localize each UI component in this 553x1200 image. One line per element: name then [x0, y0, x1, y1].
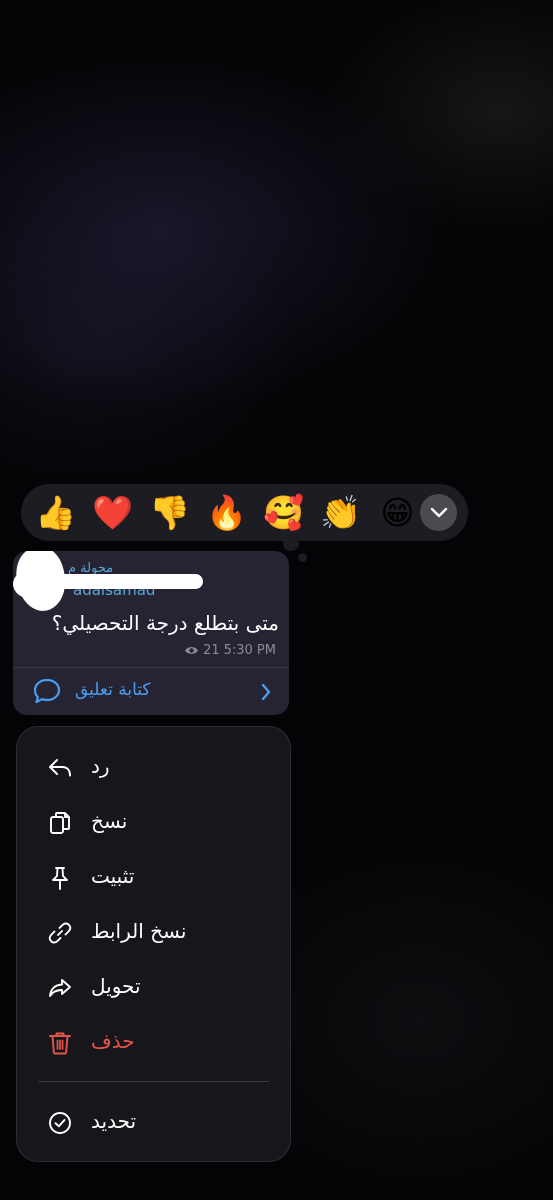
write-comment-row[interactable]: كتابة تعليق [13, 668, 289, 715]
menu-separator [38, 1081, 269, 1082]
chevron-right-icon [261, 683, 271, 701]
message-bubble[interactable]: محولة م adalsamad متى بتطلع درجة التحصيل… [13, 551, 289, 715]
menu-item-label: تحويل [91, 974, 141, 998]
check-circle-icon [49, 1112, 71, 1134]
reaction-beaming-face[interactable]: 😁 [369, 484, 426, 541]
expand-reactions-button[interactable] [420, 494, 457, 531]
reaction-thumbs-down[interactable]: 👎 [141, 484, 198, 541]
menu-item-label: تثبيت [91, 864, 135, 888]
eye-icon [185, 647, 199, 654]
reaction-bar: 👍 ❤️ 👎 🔥 🥰 👏 😁 [21, 484, 468, 541]
link-icon [48, 922, 72, 944]
view-count: 21 [203, 643, 220, 658]
menu-item-label: تحديد [91, 1109, 137, 1133]
pin-icon [52, 867, 68, 890]
reaction-fire[interactable]: 🔥 [198, 484, 255, 541]
reaction-smiling-face-with-hearts[interactable]: 🥰 [255, 484, 312, 541]
write-comment-label: كتابة تعليق [75, 680, 151, 700]
forward-icon [49, 979, 71, 997]
redaction-blob [13, 569, 51, 599]
reaction-bar-tail-dot [298, 553, 307, 562]
menu-item-label: حذف [91, 1029, 135, 1053]
menu-item-copy-link[interactable]: نسخ الرابط [17, 907, 290, 959]
menu-item-reply[interactable]: رد [17, 742, 290, 794]
reaction-thumbs-up[interactable]: 👍 [27, 484, 84, 541]
reply-icon [49, 759, 71, 777]
redaction-scribble [43, 574, 203, 589]
menu-item-delete[interactable]: حذف [17, 1017, 290, 1069]
message-time: 5:30 PM [223, 643, 276, 658]
menu-item-forward[interactable]: تحويل [17, 962, 290, 1014]
context-menu: رد نسخ تثبيت نسخ الرابط تحويل حذف تحديد [16, 726, 291, 1162]
chevron-down-icon [430, 507, 447, 517]
message-meta: 21 5:30 PM [184, 643, 276, 658]
menu-item-label: رد [91, 754, 110, 778]
message-text: متى بتطلع درجة التحصيلي؟ [51, 611, 279, 635]
menu-item-select[interactable]: تحديد [17, 1097, 290, 1149]
menu-item-copy[interactable]: نسخ [17, 797, 290, 849]
comment-bubble-icon [33, 678, 61, 704]
reaction-red-heart[interactable]: ❤️ [84, 484, 141, 541]
reaction-clapping-hands[interactable]: 👏 [312, 484, 369, 541]
menu-item-label: نسخ [91, 809, 128, 833]
copy-icon [50, 812, 70, 834]
reaction-bar-tail [283, 537, 299, 551]
menu-item-pin[interactable]: تثبيت [17, 852, 290, 904]
trash-icon [49, 1032, 71, 1055]
menu-item-label: نسخ الرابط [91, 919, 187, 943]
